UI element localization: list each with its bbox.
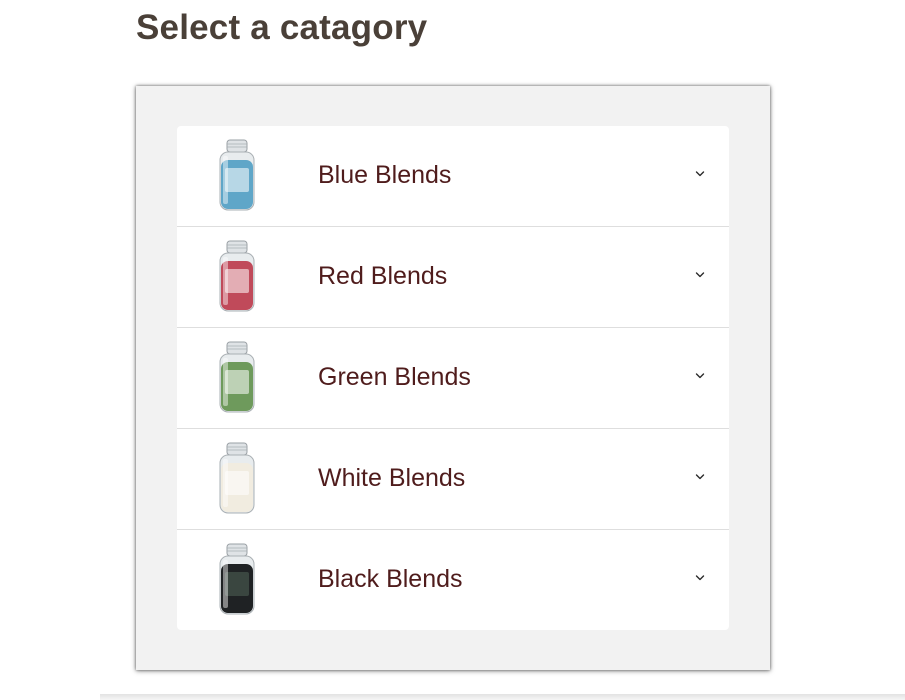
candle-jar-white-icon xyxy=(219,442,255,514)
chevron-down-icon[interactable] xyxy=(695,372,705,380)
page-title: Select a catagory xyxy=(136,8,428,47)
category-item-white-blends[interactable]: White Blends xyxy=(177,429,729,530)
candle-jar-red-icon xyxy=(219,240,255,312)
category-item-green-blends[interactable]: Green Blends xyxy=(177,328,729,429)
category-label: Red Blends xyxy=(318,262,448,290)
chevron-down-icon[interactable] xyxy=(695,473,705,481)
chevron-down-icon[interactable] xyxy=(695,271,705,279)
category-label: White Blends xyxy=(318,464,466,492)
candle-jar-green-icon xyxy=(219,341,255,413)
chevron-down-icon[interactable] xyxy=(695,170,705,178)
category-label: Blue Blends xyxy=(318,161,452,189)
category-label: Green Blends xyxy=(318,363,471,391)
bottom-divider xyxy=(100,694,905,700)
page: Select a catagory Blue Blends Red Blends G… xyxy=(0,0,905,700)
candle-jar-blue-icon xyxy=(219,139,255,211)
category-label: Black Blends xyxy=(318,565,463,593)
category-item-blue-blends[interactable]: Blue Blends xyxy=(177,126,729,227)
category-item-red-blends[interactable]: Red Blends xyxy=(177,227,729,328)
candle-jar-black-icon xyxy=(219,543,255,615)
category-list: Blue Blends Red Blends Green Blends White B… xyxy=(177,126,729,630)
chevron-down-icon[interactable] xyxy=(695,574,705,582)
category-panel: Blue Blends Red Blends Green Blends White B… xyxy=(136,86,770,670)
category-item-black-blends[interactable]: Black Blends xyxy=(177,530,729,630)
